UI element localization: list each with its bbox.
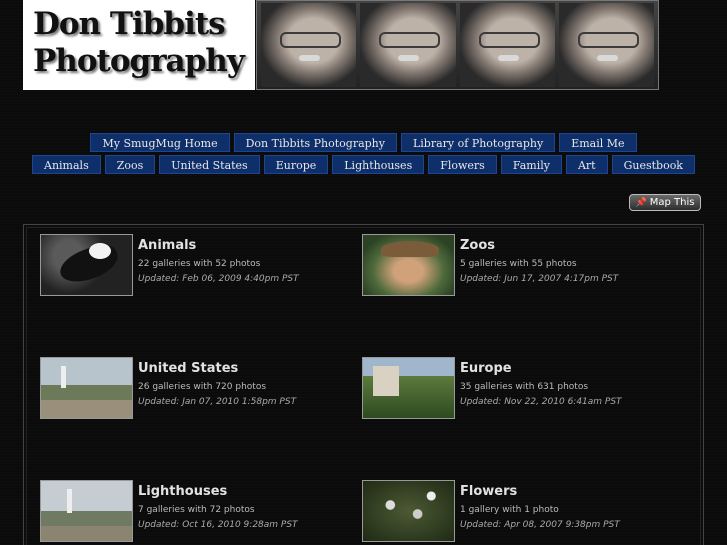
- nav-lighthouses[interactable]: Lighthouses: [332, 155, 425, 174]
- category-grid: Animals 22 galleries with 52 photos Upda…: [23, 224, 704, 545]
- nav-row-categories: Animals Zoos United States Europe Lighth…: [0, 155, 727, 174]
- nav-library-of-photography[interactable]: Library of Photography: [400, 133, 556, 152]
- category-updated: Updated: Feb 06, 2009 4:40pm PST: [138, 274, 299, 284]
- header-banner: [256, 0, 659, 90]
- nav-don-tibbits-photography[interactable]: Don Tibbits Photography: [233, 133, 397, 152]
- category-summary: 5 galleries with 55 photos: [460, 259, 577, 269]
- category-thumbnail-animals[interactable]: [40, 234, 133, 296]
- nav-art[interactable]: Art: [565, 155, 608, 174]
- nav-my-smugmug-home[interactable]: My SmugMug Home: [90, 133, 230, 152]
- category-title[interactable]: Zoos: [460, 237, 618, 255]
- banner-portrait: [360, 3, 456, 87]
- category-summary: 26 galleries with 720 photos: [138, 382, 267, 392]
- category-thumbnail-europe[interactable]: [362, 357, 455, 419]
- site-logo[interactable]: Don Tibbits Photography: [23, 0, 255, 90]
- banner-portrait: [261, 3, 357, 87]
- category-updated: Updated: Jun 17, 2007 4:17pm PST: [460, 274, 619, 284]
- category-thumbnail-lighthouses[interactable]: [40, 480, 133, 542]
- category-updated: Updated: Oct 16, 2010 9:28am PST: [138, 520, 298, 530]
- pin-icon: 📌: [635, 198, 647, 208]
- banner-portrait: [459, 3, 555, 87]
- category-title[interactable]: Lighthouses: [138, 483, 298, 501]
- category-title[interactable]: Animals: [138, 237, 299, 255]
- nav-flowers[interactable]: Flowers: [428, 155, 497, 174]
- category-summary: 7 galleries with 72 photos: [138, 505, 255, 515]
- category-updated: Updated: Jan 07, 2010 1:58pm PST: [138, 397, 297, 407]
- category-item: United States 26 galleries with 720 phot…: [40, 357, 296, 419]
- banner-portrait: [558, 3, 654, 87]
- nav-guestbook[interactable]: Guestbook: [611, 155, 695, 174]
- nav-email-me[interactable]: Email Me: [559, 133, 637, 152]
- category-thumbnail-united-states[interactable]: [40, 357, 133, 419]
- category-item: Zoos 5 galleries with 55 photos Updated:…: [362, 234, 618, 296]
- map-this-label: Map This: [649, 197, 695, 208]
- nav-animals[interactable]: Animals: [32, 155, 101, 174]
- category-thumbnail-flowers[interactable]: [362, 480, 455, 542]
- category-updated: Updated: Nov 22, 2010 6:41am PST: [460, 397, 622, 407]
- category-title[interactable]: Europe: [460, 360, 622, 378]
- category-updated: Updated: Apr 08, 2007 9:38pm PST: [460, 520, 620, 530]
- category-item: Animals 22 galleries with 52 photos Upda…: [40, 234, 299, 296]
- nav-family[interactable]: Family: [500, 155, 562, 174]
- nav-united-states[interactable]: United States: [159, 155, 260, 174]
- category-title[interactable]: United States: [138, 360, 296, 378]
- nav-row-primary: My SmugMug Home Don Tibbits Photography …: [0, 133, 727, 152]
- category-title[interactable]: Flowers: [460, 483, 620, 501]
- category-summary: 35 galleries with 631 photos: [460, 382, 589, 392]
- category-thumbnail-zoos[interactable]: [362, 234, 455, 296]
- logo-line-2: Photography: [33, 43, 245, 79]
- category-item: Flowers 1 gallery with 1 photo Updated: …: [362, 480, 620, 542]
- map-this-button[interactable]: 📌 Map This: [629, 194, 701, 211]
- nav-europe[interactable]: Europe: [263, 155, 329, 174]
- category-item: Lighthouses 7 galleries with 72 photos U…: [40, 480, 298, 542]
- nav-zoos[interactable]: Zoos: [104, 155, 156, 174]
- category-summary: 22 galleries with 52 photos: [138, 259, 261, 269]
- category-item: Europe 35 galleries with 631 photos Upda…: [362, 357, 622, 419]
- category-summary: 1 gallery with 1 photo: [460, 505, 559, 515]
- logo-line-1: Don Tibbits: [33, 6, 226, 42]
